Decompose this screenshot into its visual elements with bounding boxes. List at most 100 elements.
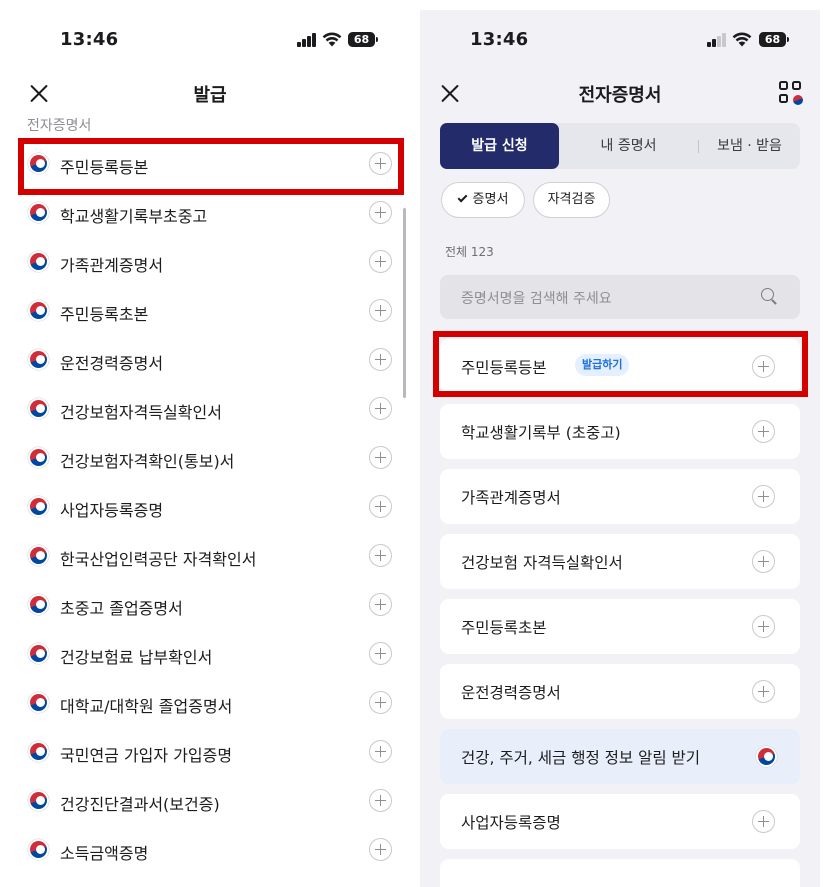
- plus-icon[interactable]: [369, 397, 392, 420]
- plus-icon[interactable]: [369, 740, 392, 763]
- list-item[interactable]: 가족관계증명서: [0, 238, 405, 287]
- certificate-card[interactable]: 학교생활기록부 (초중고): [440, 404, 800, 459]
- list-item[interactable]: 건강보험자격득실확인서: [0, 385, 405, 434]
- list-item[interactable]: 주민등록등본: [0, 140, 405, 189]
- list-item-label: 건강보험자격확인(통보)서: [60, 452, 235, 471]
- list-item-label: 소득금액증명: [60, 844, 149, 863]
- certificate-card[interactable]: 건강보험 자격득실확인서: [440, 534, 800, 589]
- plus-icon[interactable]: [752, 420, 775, 443]
- plus-icon[interactable]: [369, 152, 392, 175]
- section-label: 전자증명서: [27, 118, 92, 134]
- list-item-label: 한국산업인력공단 자격확인서: [60, 550, 257, 569]
- filter-chip-qualification[interactable]: 자격검증: [533, 182, 610, 218]
- tab-issue-request[interactable]: 발급 신청: [440, 123, 559, 169]
- list-item[interactable]: 국민연금 가입자 가입증명: [0, 728, 405, 777]
- status-bar: 13:46 68: [0, 0, 412, 80]
- list-item-label: 대학교/대학원 졸업증명서: [60, 697, 233, 716]
- certificate-card[interactable]: 사업자등록증명: [440, 794, 800, 849]
- list-item[interactable]: 운전경력증명서: [0, 336, 405, 385]
- plus-icon[interactable]: [369, 789, 392, 812]
- plus-icon[interactable]: [369, 642, 392, 665]
- list-item[interactable]: 초중고 졸업증명서: [0, 581, 405, 630]
- list-item[interactable]: 한국산업인력공단 자격확인서: [0, 532, 405, 581]
- certificate-card[interactable]: 주민등록등본 발급하기: [440, 339, 800, 394]
- plus-icon[interactable]: [369, 838, 392, 861]
- status-time: 13:46: [60, 29, 119, 50]
- card-label: 운전경력증명서: [461, 684, 561, 702]
- battery-icon: 68: [759, 32, 786, 47]
- plus-icon[interactable]: [752, 355, 775, 378]
- battery-cap: [787, 37, 789, 42]
- list-item[interactable]: 주민등록초본: [0, 287, 405, 336]
- list-item[interactable]: 건강보험자격확인(통보)서: [0, 434, 405, 483]
- list-item[interactable]: 건강진단결과서(보건증): [0, 777, 405, 826]
- list-item[interactable]: 대학교/대학원 졸업증명서: [0, 679, 405, 728]
- korea-flag-icon: [28, 741, 49, 762]
- plus-icon[interactable]: [369, 250, 392, 273]
- cellular-signal-icon: [297, 33, 317, 47]
- wifi-icon: [732, 32, 752, 47]
- page-title: 전자증명서: [578, 85, 662, 106]
- tab-my-certificates[interactable]: 내 증명서: [559, 123, 698, 169]
- card-label: 주민등록등본: [461, 359, 547, 377]
- list-item[interactable]: 학교생활기록부초중고: [0, 189, 405, 238]
- plus-icon[interactable]: [369, 348, 392, 371]
- plus-icon[interactable]: [369, 446, 392, 469]
- korea-flag-icon: [28, 202, 49, 223]
- plus-icon[interactable]: [369, 593, 392, 616]
- list-item[interactable]: 사업자등록증명: [0, 483, 405, 532]
- plus-icon[interactable]: [752, 680, 775, 703]
- tab-sent-received[interactable]: 보냄 · 받음: [699, 123, 800, 169]
- plus-icon[interactable]: [369, 544, 392, 567]
- issue-badge: 발급하기: [575, 354, 630, 376]
- chip-label: 증명서: [472, 192, 509, 207]
- korea-flag-icon: [28, 692, 49, 713]
- filter-chip-certificate[interactable]: 증명서: [441, 182, 525, 218]
- status-bar: 13:46 68: [420, 10, 820, 90]
- search-icon[interactable]: [761, 288, 778, 305]
- korea-flag-icon: [28, 594, 49, 615]
- certificate-list: 주민등록등본 학교생활기록부초중고 가족관계증명서 주민등록초본 운전경력증명서…: [0, 140, 405, 875]
- korea-flag-icon: [28, 643, 49, 664]
- battery-level: 68: [764, 33, 781, 46]
- battery-cap: [376, 37, 378, 42]
- search-input[interactable]: 증명서명을 검색해 주세요: [440, 275, 800, 319]
- list-item-label: 운전경력증명서: [60, 354, 164, 373]
- scrollbar[interactable]: [403, 208, 406, 398]
- battery-level: 68: [353, 33, 370, 46]
- chip-label: 자격검증: [547, 192, 596, 207]
- plus-icon[interactable]: [369, 201, 392, 224]
- close-icon[interactable]: [438, 81, 462, 105]
- left-screen: 13:46 68 발급 전자증명서 주민등록등본 학교생활기록부초중고 가족관계…: [0, 0, 412, 887]
- certificate-card[interactable]: 운전경력증명서: [440, 664, 800, 719]
- total-count: 전체 123: [445, 245, 494, 259]
- plus-icon[interactable]: [369, 299, 392, 322]
- grid-menu-icon[interactable]: [779, 81, 803, 105]
- certificate-card[interactable]: 가족관계증명서: [440, 469, 800, 524]
- wifi-icon: [322, 32, 342, 47]
- plus-icon[interactable]: [752, 615, 775, 638]
- segmented-tabs: 발급 신청 내 증명서 보냄 · 받음: [440, 123, 800, 169]
- korea-flag-icon: [756, 746, 777, 767]
- korea-flag-icon: [28, 839, 49, 860]
- notification-promo-card[interactable]: 건강, 주거, 세금 행정 정보 알림 받기: [440, 729, 800, 784]
- list-item-label: 건강보험료 납부확인서: [60, 648, 213, 667]
- plus-icon[interactable]: [752, 485, 775, 508]
- list-item[interactable]: 건강보험료 납부확인서: [0, 630, 405, 679]
- plus-icon[interactable]: [369, 691, 392, 714]
- plus-icon[interactable]: [752, 550, 775, 573]
- korea-flag-icon: [28, 545, 49, 566]
- list-item-label: 학교생활기록부초중고: [60, 207, 208, 226]
- list-item-label: 가족관계증명서: [60, 256, 164, 275]
- card-label: 사업자등록증명: [461, 814, 561, 832]
- list-item-label: 초중고 졸업증명서: [60, 599, 183, 618]
- certificate-card-partial[interactable]: [440, 859, 800, 887]
- certificate-card[interactable]: 주민등록초본: [440, 599, 800, 654]
- plus-icon[interactable]: [752, 810, 775, 833]
- close-icon[interactable]: [27, 81, 51, 105]
- status-time: 13:46: [470, 29, 529, 50]
- battery-icon: 68: [348, 32, 375, 47]
- list-item[interactable]: 소득금액증명: [0, 826, 405, 875]
- card-label: 가족관계증명서: [461, 489, 561, 507]
- plus-icon[interactable]: [369, 495, 392, 518]
